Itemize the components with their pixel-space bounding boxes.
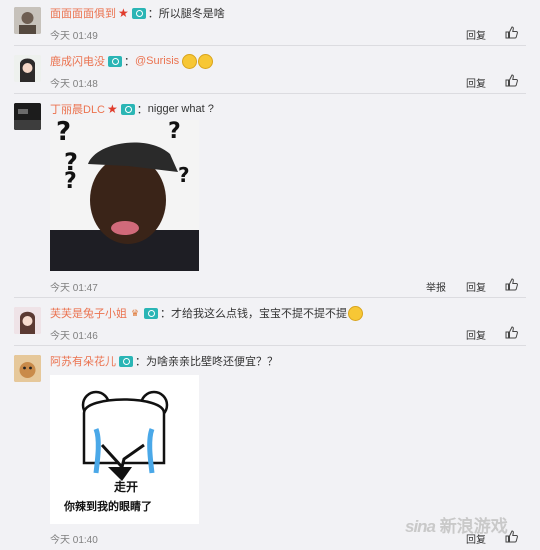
- watermark-text: 新浪游戏: [439, 517, 508, 536]
- svg-text:?: ?: [178, 163, 190, 187]
- colon: ：: [147, 8, 159, 20]
- comment-time: 今天 01:49: [50, 31, 98, 42]
- comment-time: 今天 01:48: [50, 79, 98, 90]
- colon: ：: [160, 308, 171, 320]
- divider: [14, 345, 526, 346]
- avatar[interactable]: [14, 55, 41, 82]
- sweat-smile-emoji-icon: [198, 53, 214, 69]
- svg-text:?: ?: [168, 120, 181, 144]
- avatar[interactable]: [14, 7, 41, 34]
- colon: ：: [135, 356, 146, 368]
- comment-text: 才给我这么点钱，宝宝不提不提不提: [171, 308, 347, 320]
- sina-games-watermark: sina 新浪游戏: [405, 512, 535, 542]
- comment-text: nigger what ?: [147, 103, 214, 115]
- divider: [14, 297, 526, 298]
- star-icon: ★: [107, 102, 118, 116]
- svg-text:?: ?: [64, 169, 77, 194]
- report-button[interactable]: 举报: [426, 279, 446, 294]
- camera-badge-icon: [108, 55, 122, 67]
- meme-caption-line1: 走开: [114, 480, 139, 494]
- username-link[interactable]: 丁丽晨DLC: [50, 101, 105, 117]
- comment-text: 所以腿冬是啥: [158, 8, 225, 20]
- thumbs-up-icon[interactable]: [505, 278, 518, 291]
- thinking-emoji-icon: [348, 305, 363, 321]
- comment-text: 为啥亲亲比壁咚还便宜？？: [146, 356, 278, 368]
- comment-image[interactable]: ? ? ? ? ?: [50, 120, 199, 271]
- avatar[interactable]: [14, 355, 41, 382]
- sina-logo: sina: [405, 517, 436, 536]
- vip-crown-icon: ♛: [130, 308, 140, 318]
- username-link[interactable]: 芙芙是兔子小姐: [50, 305, 127, 321]
- reply-button[interactable]: 回复: [466, 27, 486, 42]
- reply-button[interactable]: 回复: [466, 279, 486, 294]
- avatar[interactable]: [14, 307, 41, 334]
- divider: [14, 45, 526, 46]
- colon: ：: [136, 104, 148, 116]
- comment-time: 今天 01:40: [50, 535, 98, 546]
- username-link[interactable]: 鹿成闪电没: [50, 53, 105, 69]
- camera-badge-icon: [144, 307, 158, 319]
- comment-image[interactable]: 走开 你辣到我的眼睛了: [50, 375, 199, 524]
- mention-link[interactable]: @Surisis: [135, 55, 179, 67]
- reply-button[interactable]: 回复: [466, 75, 486, 90]
- star-icon: ★: [118, 6, 129, 20]
- thumbs-up-icon[interactable]: [505, 326, 518, 339]
- svg-text:?: ?: [56, 120, 71, 147]
- reply-button[interactable]: 回复: [466, 327, 486, 342]
- comment-time: 今天 01:46: [50, 331, 98, 342]
- thumbs-up-icon[interactable]: [505, 74, 518, 87]
- thumbs-up-icon[interactable]: [505, 26, 518, 39]
- colon: ：: [124, 56, 135, 68]
- meme-caption-line2: 你辣到我的眼睛了: [64, 500, 152, 513]
- camera-badge-icon: [120, 103, 135, 115]
- username-link[interactable]: 阿苏有朵花儿: [50, 353, 116, 369]
- avatar[interactable]: [14, 103, 41, 130]
- camera-badge-icon: [119, 355, 133, 367]
- sweat-smile-emoji-icon: [182, 53, 198, 69]
- camera-badge-icon: [131, 7, 146, 19]
- username-link[interactable]: 面面面面俱到: [50, 5, 116, 21]
- comment-time: 今天 01:47: [50, 283, 98, 294]
- divider: [14, 93, 526, 94]
